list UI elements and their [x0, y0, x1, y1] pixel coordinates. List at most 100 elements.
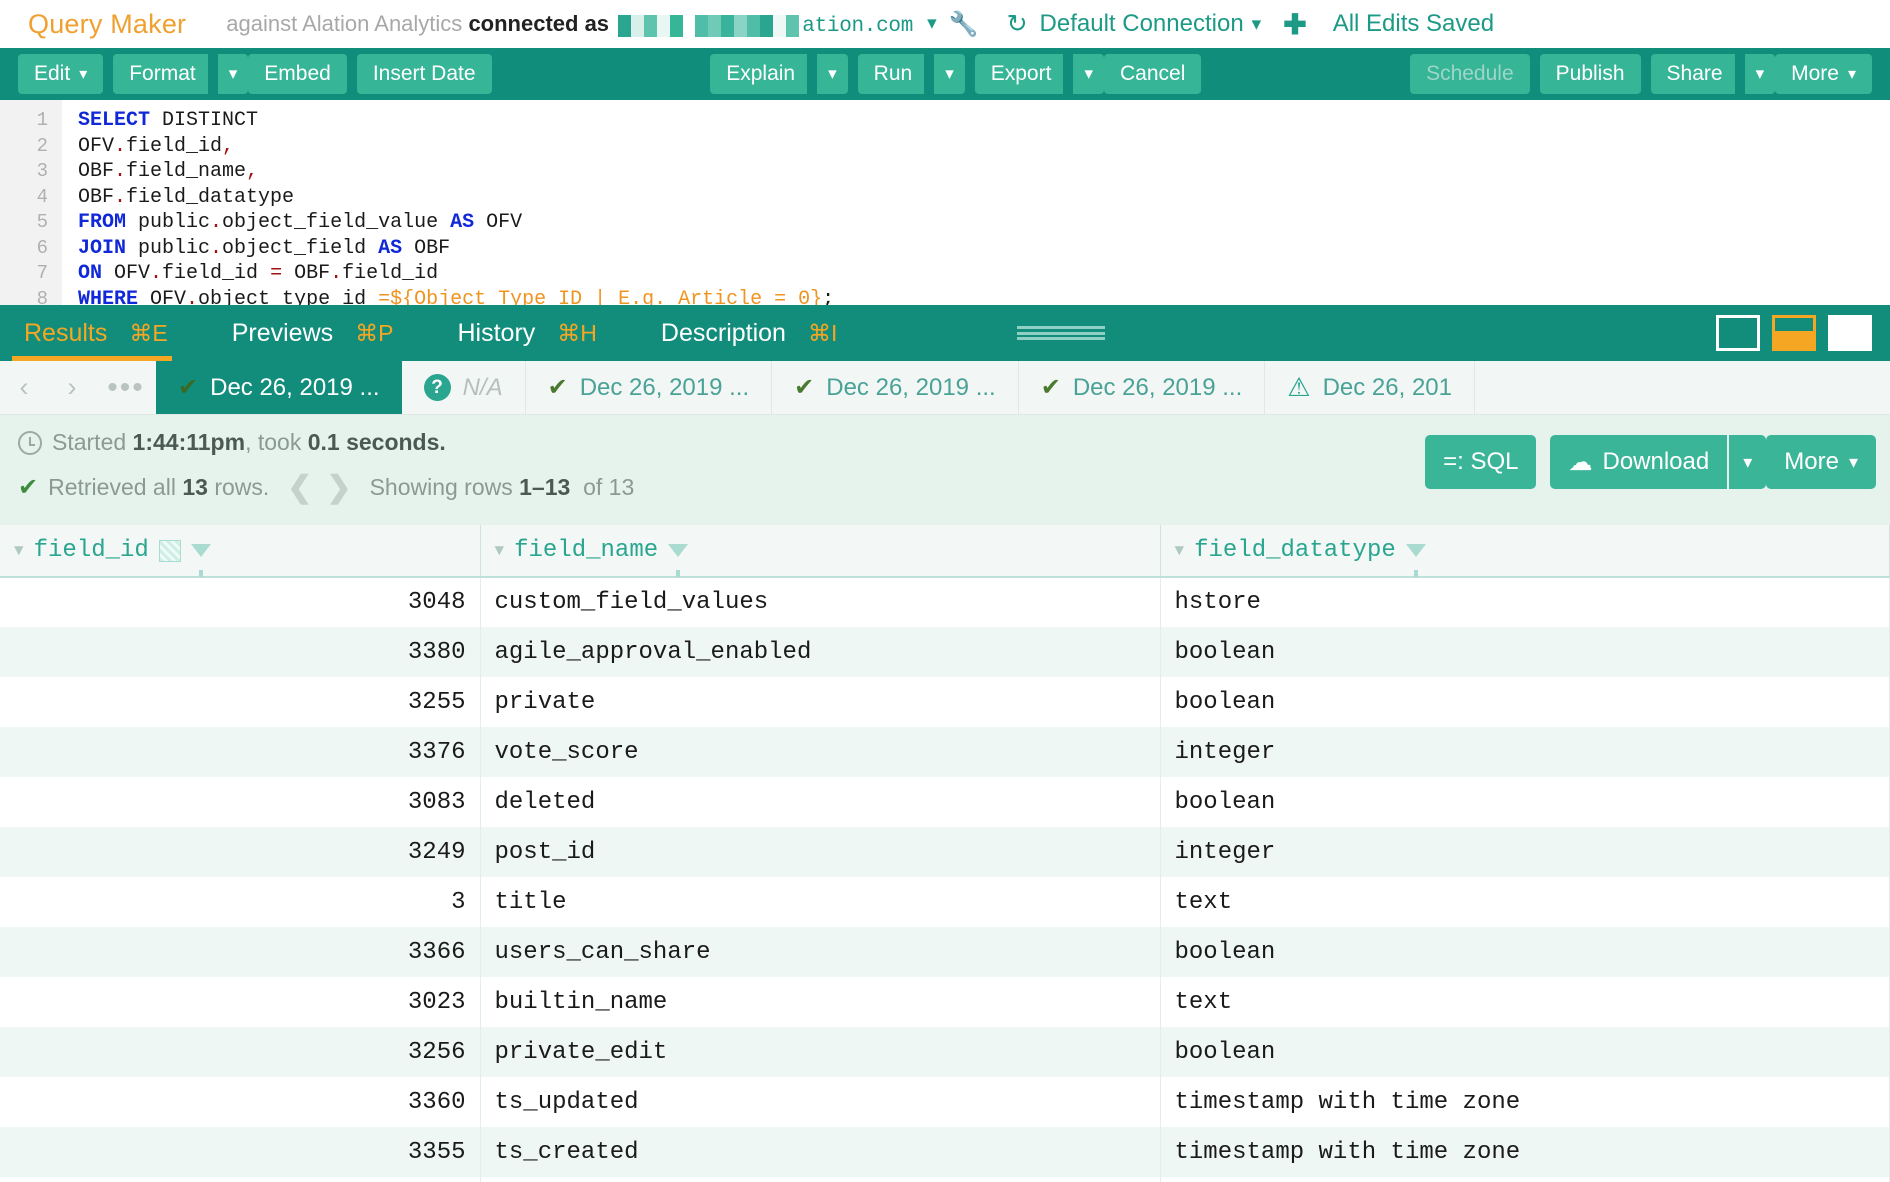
download-dropdown-icon[interactable]: ▾ [1729, 435, 1767, 489]
download-button[interactable]: ☁ Download [1550, 435, 1728, 489]
check-icon: ✔ [178, 374, 199, 401]
table-row[interactable]: 3360 ts_updated timestamp with time zone [0, 1077, 1890, 1127]
layout-blank-icon[interactable] [1828, 315, 1872, 351]
table-cell: 3 [0, 877, 481, 927]
page-nav: ❮ ❯ [287, 470, 351, 505]
table-cell: agile_approval_enabled [480, 627, 1161, 677]
histogram-icon[interactable] [158, 539, 181, 562]
chevron-down-icon[interactable]: ▼ [495, 542, 505, 560]
download-label: Download [1602, 448, 1710, 475]
tab-description[interactable]: Description ⌘I [637, 305, 837, 361]
page-title: Query Maker [28, 8, 187, 39]
redacted-email-block [695, 14, 800, 37]
more-label: More [1784, 448, 1839, 475]
table-row[interactable]: 3048 custom_field_values hstore [0, 577, 1890, 627]
result-more-button[interactable]: More ▾ [1766, 435, 1876, 489]
table-row[interactable]: 3249 post_id integer [0, 827, 1890, 877]
more-button[interactable]: More ▾ [1775, 54, 1873, 94]
sql-code-area[interactable]: SELECT DISTINCT OFV.field_id, OBF.field_… [62, 100, 1890, 305]
redacted-user-block [618, 14, 684, 37]
result-tab[interactable]: ✔ Dec 26, 2019 ... [156, 361, 402, 414]
result-tab[interactable]: ✔ Dec 26, 2019 ... [772, 361, 1019, 414]
retrieved-count: 13 [182, 474, 208, 500]
table-row[interactable]: 3366 users_can_share boolean [0, 927, 1890, 977]
column-header-field-id[interactable]: ▼ field_id [0, 525, 481, 578]
table-cell: 3255 [0, 677, 481, 727]
table-cell: deleted [480, 777, 1161, 827]
filter-icon[interactable] [1405, 544, 1426, 577]
against-label: against [226, 10, 298, 36]
check-icon: ✔ [547, 374, 568, 401]
run-button-group: Run ▾ [857, 54, 965, 94]
explain-dropdown-icon[interactable]: ▾ [817, 54, 848, 94]
connection-selector[interactable]: Default Connection [1040, 10, 1244, 38]
plus-icon[interactable]: ✚ [1283, 8, 1306, 41]
result-tab[interactable]: ✔ Dec 26, 2019 ... [1019, 361, 1266, 414]
edit-button[interactable]: Edit ▾ [18, 54, 104, 94]
run-button[interactable]: Run [857, 54, 925, 94]
insert-date-button[interactable]: Insert Date [356, 54, 492, 94]
embed-button[interactable]: Embed [248, 54, 347, 94]
export-button[interactable]: Export [974, 54, 1064, 94]
result-tabs-next-button[interactable]: › [48, 361, 96, 414]
export-dropdown-icon[interactable]: ▾ [1073, 54, 1104, 94]
email-domain: ation.com [802, 14, 914, 38]
run-dropdown-icon[interactable]: ▾ [934, 54, 965, 94]
showing-label: Showing rows [369, 474, 513, 500]
column-header-field-name[interactable]: ▼ field_name [480, 525, 1161, 578]
result-tab[interactable]: ✔ Dec 26, 2019 ... [526, 361, 773, 414]
chevron-down-icon[interactable]: ▼ [14, 542, 24, 560]
table-row[interactable]: 3256 private_edit boolean [0, 1027, 1890, 1077]
result-tab[interactable]: ? N/A [402, 361, 526, 414]
column-header-field-datatype[interactable]: ▼ field_datatype [1160, 525, 1890, 578]
result-tabs-menu-button[interactable]: ••• [96, 361, 156, 414]
table-row[interactable]: 3023 builtin_name text [0, 977, 1890, 1027]
result-action-buttons: =: SQL ☁ Download ▾ More ▾ [1425, 435, 1876, 489]
cloud-download-icon: ☁ [1568, 448, 1593, 476]
edit-label: Edit [34, 62, 71, 85]
connection-chevron-down-icon[interactable]: ▾ [1252, 13, 1262, 36]
page-prev-button[interactable]: ❮ [287, 470, 312, 505]
tab-history[interactable]: History ⌘H [433, 305, 596, 361]
table-row[interactable]: 3083 deleted boolean [0, 777, 1890, 827]
publish-button[interactable]: Publish [1539, 54, 1641, 94]
tab-results[interactable]: Results ⌘E [0, 305, 172, 361]
table-row[interactable]: 3380 agile_approval_enabled boolean [0, 627, 1890, 677]
page-next-button[interactable]: ❯ [326, 470, 351, 505]
result-tab[interactable]: ⚠ Dec 26, 201 [1265, 361, 1475, 414]
sql-editor[interactable]: 1 2 3 4 5 6 7 8 9 SELECT DISTINCT OFV.fi… [0, 100, 1890, 305]
sql-button[interactable]: =: SQL [1425, 435, 1537, 489]
filter-icon[interactable] [668, 544, 689, 577]
filter-icon[interactable] [190, 544, 211, 577]
check-icon: ✔ [18, 474, 39, 501]
table-row[interactable]: 3 title text [0, 877, 1890, 927]
table-row[interactable]: 3376 vote_score integer [0, 727, 1890, 777]
table-row[interactable]: 3355 ts_created timestamp with time zone [0, 1127, 1890, 1177]
table-row[interactable]: 3255 private boolean [0, 677, 1890, 727]
started-label: Started [52, 429, 127, 455]
layout-split-icon[interactable] [1772, 315, 1816, 351]
refresh-icon[interactable]: ↻ [1007, 9, 1028, 39]
chevron-down-icon[interactable]: ▼ [1175, 542, 1185, 560]
table-cell: ts_updated [480, 1077, 1161, 1127]
chevron-down-icon: ▾ [79, 66, 88, 83]
retrieved-prefix: Retrieved all [48, 474, 176, 500]
table-row[interactable]: 3147idserial [0, 1177, 1890, 1182]
result-tab-label: Dec 26, 2019 ... [579, 373, 750, 401]
chevron-down-icon[interactable]: ▾ [927, 12, 937, 35]
table-cell: 3083 [0, 777, 481, 827]
result-tabs-prev-button[interactable]: ‹ [0, 361, 48, 414]
share-button-group: Share ▾ [1650, 54, 1776, 94]
took-label: , took [245, 429, 302, 455]
layout-full-icon[interactable] [1716, 315, 1760, 351]
cancel-button[interactable]: Cancel [1104, 54, 1202, 94]
share-button[interactable]: Share [1650, 54, 1735, 94]
format-button[interactable]: Format [113, 54, 208, 94]
panel-resize-handle[interactable] [1017, 326, 1106, 340]
explain-button[interactable]: Explain [710, 54, 808, 94]
format-dropdown-icon[interactable]: ▾ [217, 54, 249, 94]
share-dropdown-icon[interactable]: ▾ [1744, 54, 1776, 94]
question-icon: ? [423, 374, 451, 401]
tab-previews[interactable]: Previews ⌘P [208, 305, 394, 361]
wrench-icon[interactable]: 🔧 [949, 10, 979, 39]
